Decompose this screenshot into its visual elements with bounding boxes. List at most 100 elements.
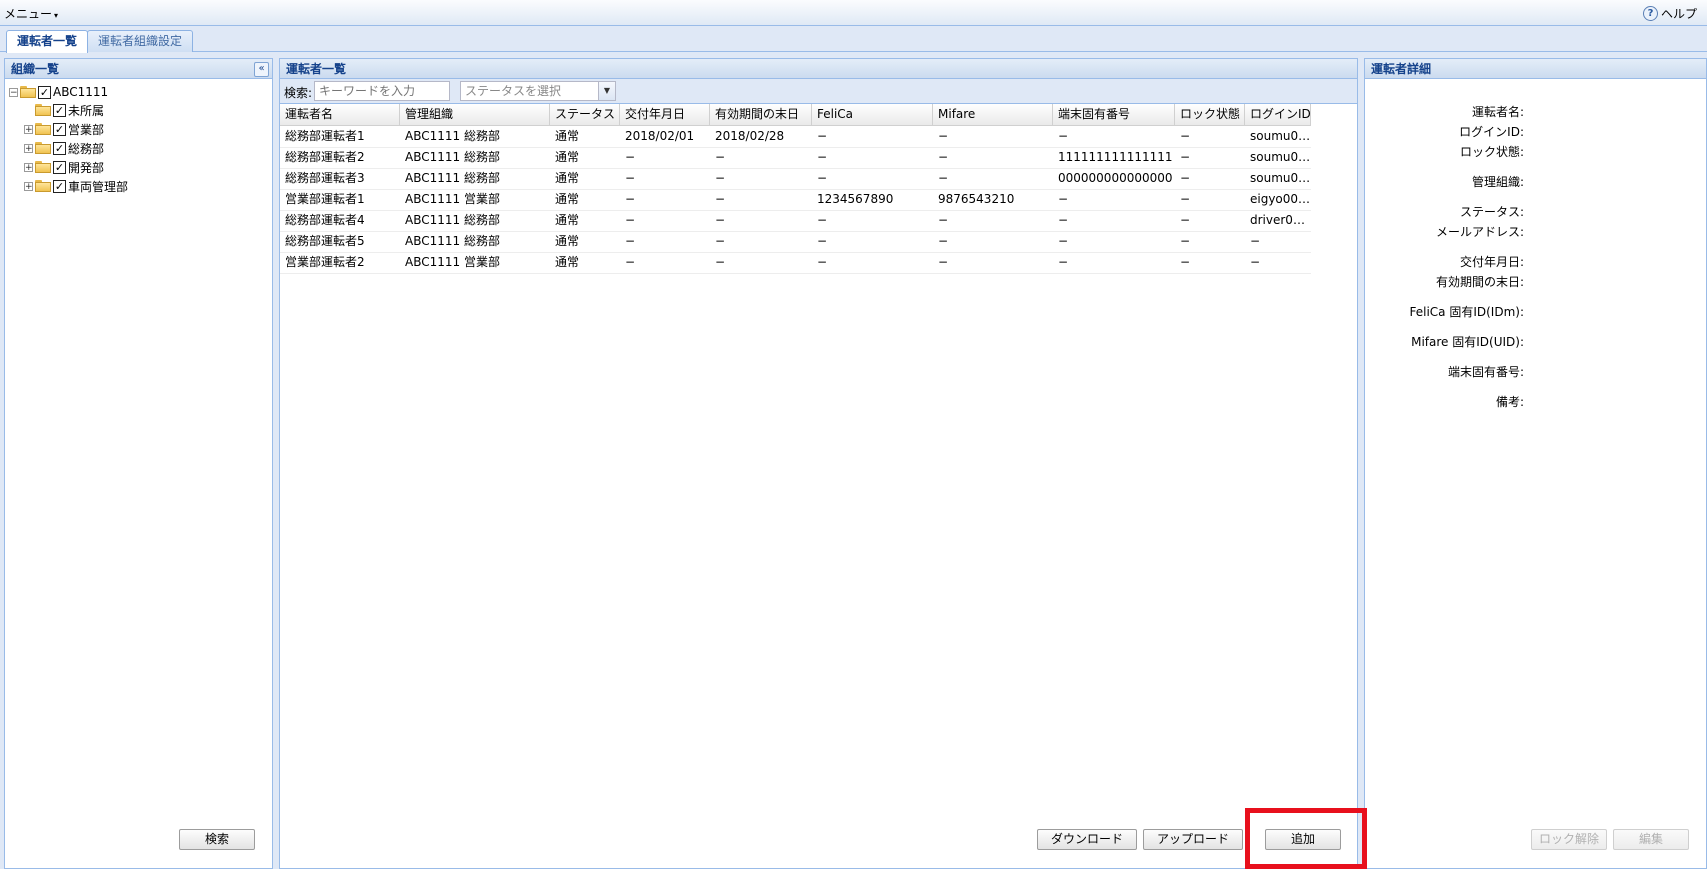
expand-icon[interactable]: + bbox=[24, 124, 33, 134]
driver-list-title: 運転者一覧 bbox=[280, 59, 1357, 79]
column-header[interactable]: 運転者名 bbox=[280, 104, 400, 125]
column-header[interactable]: FeliCa bbox=[812, 104, 933, 125]
tree-node-unassigned[interactable]: ✓ 未所属 bbox=[35, 101, 104, 119]
dropdown-arrow-icon[interactable]: ▼ bbox=[598, 82, 615, 100]
column-header[interactable]: ステータス bbox=[550, 104, 620, 125]
folder-icon bbox=[35, 104, 51, 116]
folder-icon bbox=[35, 161, 51, 173]
table-row[interactable]: 総務部運転者5 ABC1111 総務部 通常 − − − − − − − bbox=[280, 231, 1311, 253]
table-cell: 2018/02/28 bbox=[715, 129, 785, 143]
status-select[interactable]: ステータスを選択 ▼ bbox=[460, 81, 616, 101]
help-label: ヘルプ bbox=[1660, 7, 1697, 21]
tree-checkbox[interactable]: ✓ bbox=[53, 179, 66, 193]
unlock-button[interactable]: ロック解除 bbox=[1531, 829, 1607, 850]
tab-driver-org-settings[interactable]: 運転者組織設定 bbox=[87, 30, 194, 52]
table-cell: − bbox=[1250, 255, 1261, 269]
detail-label-mifare-id: Mifare 固有ID(UID): bbox=[1411, 335, 1524, 349]
table-cell: − bbox=[817, 150, 828, 164]
table-cell: − bbox=[1180, 171, 1191, 185]
table-cell: − bbox=[625, 150, 636, 164]
column-header[interactable]: 交付年月日 bbox=[620, 104, 710, 125]
table-cell: − bbox=[715, 150, 726, 164]
tree-checkbox[interactable]: ✓ bbox=[53, 160, 66, 174]
table-cell: 営業部運転者1 bbox=[285, 192, 365, 206]
expand-icon[interactable]: + bbox=[24, 162, 33, 172]
expand-icon[interactable]: + bbox=[24, 181, 33, 191]
column-header[interactable]: 端末固有番号 bbox=[1053, 104, 1175, 125]
driver-detail-panel: 運転者詳細 運転者名: ログインID: ロック状態: 管理組織: ステータス: … bbox=[1364, 58, 1707, 869]
org-list-title: 組織一覧 bbox=[5, 59, 272, 79]
table-cell: ABC1111 総務部 bbox=[405, 150, 500, 164]
table-cell: 000000000000000 bbox=[1058, 171, 1173, 185]
table-cell: soumu00... bbox=[1250, 150, 1311, 164]
table-row[interactable]: 総務部運転者1 ABC1111 総務部 通常 2018/02/01 2018/02/28… bbox=[280, 126, 1311, 148]
tree-checkbox[interactable]: ✓ bbox=[53, 103, 66, 117]
tree-node-label: ABC1111 bbox=[53, 85, 109, 99]
column-header[interactable]: 管理組織 bbox=[400, 104, 550, 125]
table-row[interactable]: 総務部運転者2 ABC1111 総務部 通常 − − − −111111111111111−… bbox=[280, 147, 1311, 169]
tree-node-vehicle-mgmt[interactable]: + ✓ 車両管理部 bbox=[24, 177, 128, 195]
tree-checkbox[interactable]: ✓ bbox=[38, 85, 51, 99]
detail-label-status: ステータス: bbox=[1459, 205, 1524, 219]
detail-label-email: メールアドレス: bbox=[1435, 225, 1524, 239]
table-cell: 通常 bbox=[555, 150, 580, 164]
table-cell: − bbox=[715, 213, 726, 227]
download-button[interactable]: ダウンロード bbox=[1037, 829, 1137, 850]
table-row[interactable]: 総務部運転者3 ABC1111 総務部 通常 − − − −000000000000000−… bbox=[280, 168, 1311, 190]
column-header[interactable]: ロック状態 bbox=[1175, 104, 1245, 125]
tree-checkbox[interactable]: ✓ bbox=[53, 141, 66, 155]
detail-label-terminal-id: 端末固有番号: bbox=[1447, 365, 1524, 379]
tab-driver-list[interactable]: 運転者一覧 bbox=[6, 30, 89, 53]
table-cell: ABC1111 総務部 bbox=[405, 129, 500, 143]
table-cell: − bbox=[938, 234, 949, 248]
table-cell: − bbox=[1180, 213, 1191, 227]
menu-button[interactable]: メニュー ▾ bbox=[4, 5, 58, 22]
edit-button[interactable]: 編集 bbox=[1613, 829, 1689, 850]
upload-button[interactable]: アップロード bbox=[1143, 829, 1243, 850]
table-cell: − bbox=[625, 255, 636, 269]
column-header[interactable]: Mifare bbox=[933, 104, 1053, 125]
detail-label-org: 管理組織: bbox=[1471, 175, 1524, 189]
add-button[interactable]: 追加 bbox=[1265, 829, 1341, 850]
table-row[interactable]: 営業部運転者1 ABC1111 営業部 通常 − − 1234567890 98765432… bbox=[280, 189, 1311, 211]
table-cell: − bbox=[1058, 192, 1069, 206]
tree-node-sales[interactable]: + ✓ 営業部 bbox=[24, 120, 104, 138]
table-cell: − bbox=[938, 171, 949, 185]
table-cell: 通常 bbox=[555, 192, 580, 206]
table-cell: 111111111111111 bbox=[1058, 150, 1173, 164]
folder-icon bbox=[35, 142, 51, 154]
table-cell: 営業部運転者2 bbox=[285, 255, 365, 269]
column-header[interactable]: ログインID bbox=[1245, 104, 1311, 125]
table-cell: − bbox=[625, 234, 636, 248]
table-cell: soumu00... bbox=[1250, 129, 1311, 143]
table-cell: − bbox=[817, 129, 828, 143]
detail-label-felica-id: FeliCa 固有ID(IDm): bbox=[1409, 305, 1525, 319]
column-header[interactable]: 有効期間の末日 bbox=[710, 104, 812, 125]
caret-down-icon: ▾ bbox=[54, 11, 59, 20]
tree-node-label: 未所属 bbox=[68, 103, 105, 118]
table-cell: − bbox=[1058, 234, 1069, 248]
table-cell: 総務部運転者4 bbox=[285, 213, 365, 227]
help-button[interactable]: ? ヘルプ bbox=[1642, 5, 1697, 22]
tree-node-label: 営業部 bbox=[68, 122, 105, 137]
table-cell: 通常 bbox=[555, 255, 580, 269]
keyword-search-input[interactable] bbox=[314, 81, 450, 101]
table-cell: − bbox=[1180, 234, 1191, 248]
table-cell: ABC1111 営業部 bbox=[405, 255, 500, 269]
collapse-panel-icon[interactable]: « bbox=[254, 62, 269, 77]
table-cell: − bbox=[938, 255, 949, 269]
tree-node-label: 総務部 bbox=[68, 141, 105, 156]
search-button[interactable]: 検索 bbox=[179, 829, 255, 850]
table-cell: − bbox=[1058, 255, 1069, 269]
collapse-icon[interactable]: − bbox=[9, 87, 18, 97]
tree-node-abc1111[interactable]: − ✓ ABC1111 bbox=[9, 83, 108, 101]
tree-node-general-affairs[interactable]: + ✓ 総務部 bbox=[24, 139, 104, 157]
table-row[interactable]: 営業部運転者2 ABC1111 営業部 通常 − − − − − − − bbox=[280, 252, 1311, 274]
expand-icon[interactable]: + bbox=[24, 143, 33, 153]
tree-node-development[interactable]: + ✓ 開発部 bbox=[24, 158, 104, 176]
grid-header: 運転者名 管理組織 ステータス 交付年月日 有効期間の末日 FeliCa Mifare 端末固… bbox=[280, 104, 1311, 126]
help-icon: ? bbox=[1642, 6, 1658, 21]
table-row[interactable]: 総務部運転者4 ABC1111 総務部 通常 − − − − − − driver0004 bbox=[280, 210, 1311, 232]
tree-checkbox[interactable]: ✓ bbox=[53, 122, 66, 136]
tab-strip: 運転者一覧 運転者組織設定 bbox=[0, 26, 1707, 53]
